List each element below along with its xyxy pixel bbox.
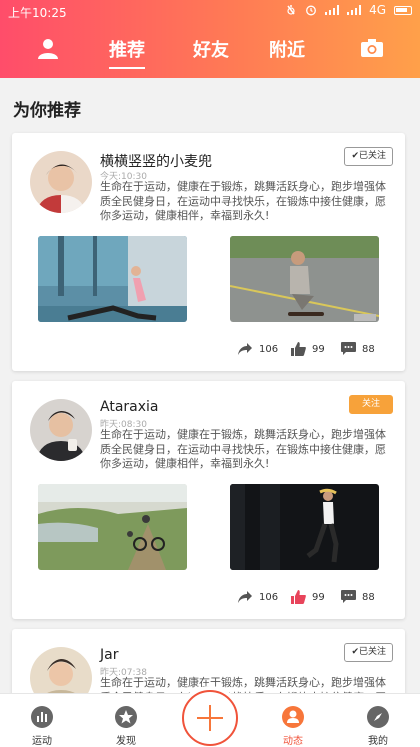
comment-icon [341, 590, 356, 603]
avatar[interactable] [30, 399, 92, 461]
nav-label: 动态 [283, 736, 303, 747]
signal-icon [325, 5, 340, 15]
like-count-value: 99 [312, 591, 325, 603]
comment-count-value: 88 [362, 591, 375, 603]
post-card[interactable]: 横横竖竖的小麦兜 今天:10:30 生命在于运动，健康在于锻炼，跳舞活跃身心，跑… [12, 133, 405, 371]
share-icon [238, 591, 252, 603]
avatar[interactable] [30, 151, 92, 213]
section-title: 为你推荐 [13, 101, 81, 121]
nav-item-sport[interactable]: 运动 [22, 706, 62, 747]
share-count[interactable]: 106 [237, 590, 278, 604]
signal-icon-2 [347, 5, 362, 15]
share-count-value: 106 [259, 343, 279, 355]
check-icon: ✔ [351, 647, 359, 657]
star-icon [115, 706, 137, 728]
like-count-value: 99 [312, 343, 325, 355]
tab-friends[interactable]: 好友 [193, 36, 229, 62]
top-nav: 推荐 好友 附近 [0, 30, 420, 70]
network-type: 4G [369, 3, 386, 17]
top-bar: 上午10:25 4G 推荐 好友 附近 [0, 0, 420, 78]
chart-icon [31, 706, 53, 728]
share-count[interactable]: 106 [237, 342, 278, 356]
post-text: 生命在于运动，健康在于锻炼，跳舞活跃身心，跑步增强体质全民健身日，在运动中寻找快… [100, 428, 386, 470]
status-bar: 上午10:25 4G [0, 0, 420, 22]
like-count[interactable]: 99 [291, 590, 325, 604]
post-image-cycling[interactable] [38, 484, 187, 570]
post-image-skate[interactable] [230, 236, 379, 322]
battery-icon [394, 5, 412, 15]
follow-label: 已关注 [358, 151, 386, 161]
follow-button[interactable]: ✔已关注 [344, 643, 393, 662]
comment-count[interactable]: 88 [341, 590, 375, 604]
vibrate-icon [287, 5, 295, 15]
camera-icon[interactable] [360, 38, 384, 58]
nav-label: 我的 [368, 736, 388, 747]
share-icon [238, 343, 252, 355]
check-icon: ✔ [351, 151, 359, 161]
user-icon[interactable] [36, 36, 60, 60]
nav-item-feed[interactable]: 动态 [273, 706, 313, 747]
user-name[interactable]: 横横竖竖的小麦兜 [100, 151, 212, 171]
user-name[interactable]: Jar [100, 647, 118, 663]
post-image-running[interactable] [230, 484, 379, 570]
like-icon [291, 590, 306, 604]
person-icon [282, 706, 304, 728]
like-icon [291, 342, 306, 356]
tab-nearby[interactable]: 附近 [269, 36, 305, 62]
comment-count-value: 88 [362, 343, 375, 355]
nav-item-mine[interactable]: 我的 [358, 706, 398, 747]
user-name[interactable]: Ataraxia [100, 399, 159, 415]
tab-recommend[interactable]: 推荐 [109, 36, 145, 69]
post-text: 生命在于运动，健康在于锻炼，跳舞活跃身心，跑步增强体质全民健身日，在运动中寻找快… [100, 180, 386, 222]
comment-count[interactable]: 88 [341, 342, 375, 356]
compass-icon [367, 706, 389, 728]
post-card[interactable]: Ataraxia 昨天:08:30 生命在于运动，健康在于锻炼，跳舞活跃身心，跑… [12, 381, 405, 619]
share-count-value: 106 [259, 591, 279, 603]
nav-item-discover[interactable]: 发现 [106, 706, 146, 747]
nav-label: 运动 [32, 736, 52, 747]
nav-label: 发现 [116, 736, 136, 747]
follow-button[interactable]: ✔已关注 [344, 147, 393, 166]
follow-label: 已关注 [358, 647, 386, 657]
status-icons: 4G [285, 3, 412, 17]
comment-icon [341, 342, 356, 355]
post-image-yoga[interactable] [38, 236, 187, 322]
add-post-button[interactable] [182, 690, 238, 746]
like-count[interactable]: 99 [291, 342, 325, 356]
status-time: 上午10:25 [8, 6, 67, 20]
alarm-icon [306, 5, 317, 16]
follow-button[interactable]: 关注 [349, 395, 393, 414]
